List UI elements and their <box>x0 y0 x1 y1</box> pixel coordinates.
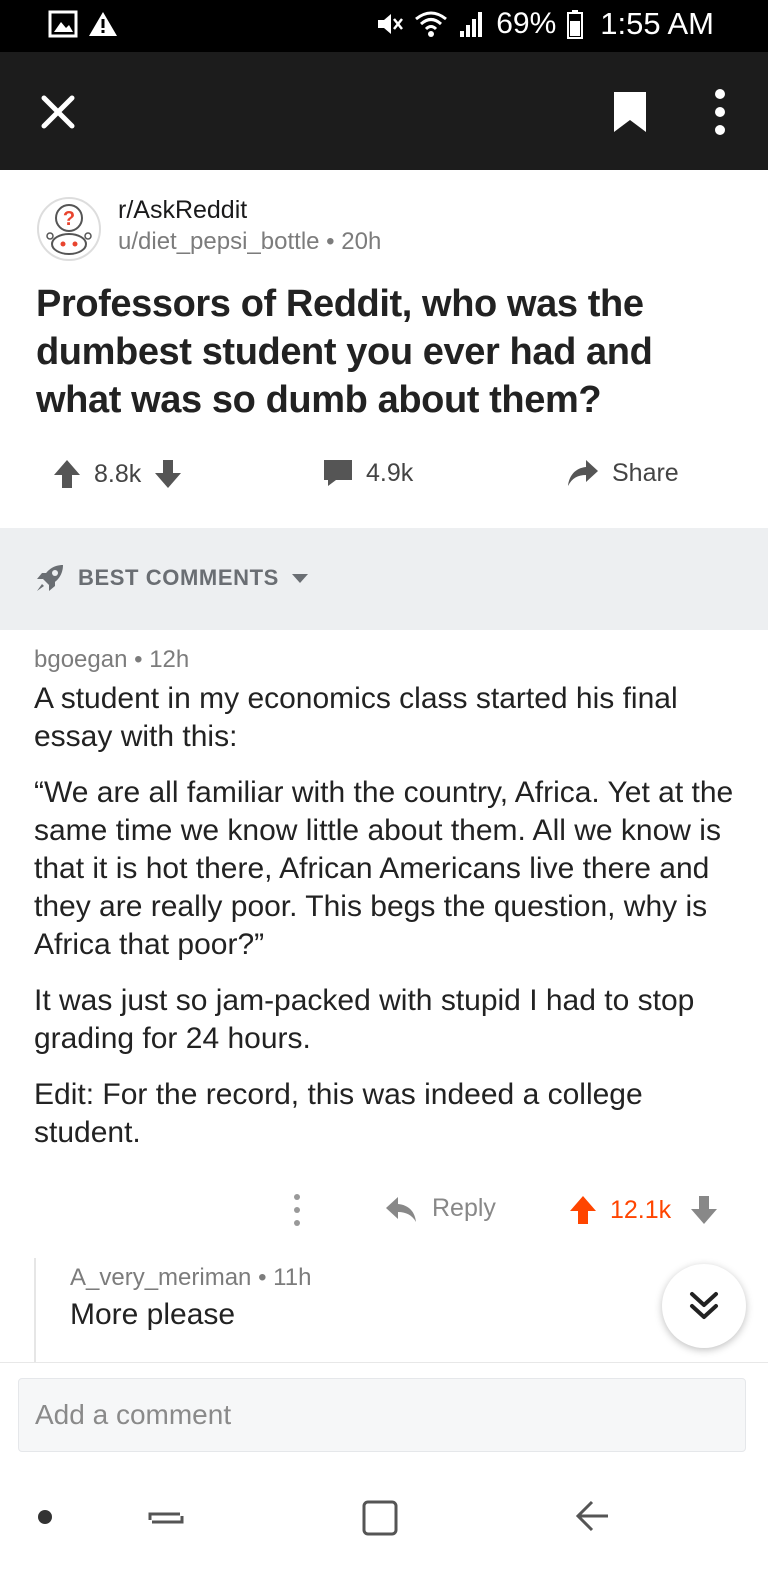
battery-icon <box>567 10 584 39</box>
save-button[interactable] <box>610 90 650 134</box>
post-score: 8.8k <box>94 459 142 488</box>
add-comment-placeholder: Add a comment <box>35 1399 232 1430</box>
comment-vote-group: 12.1k <box>568 1194 719 1226</box>
meta-separator: • <box>134 646 150 673</box>
meta-separator: • <box>326 228 342 255</box>
double-chevron-down-icon <box>690 1292 718 1319</box>
recents-icon[interactable] <box>146 1498 186 1538</box>
comments-button[interactable]: 4.9k <box>322 458 413 488</box>
post-meta: u/diet_pepsi_bottle • 20h <box>118 228 381 256</box>
post-header: ? r/AskReddit u/diet_pepsi_bottle • 20h <box>36 196 736 266</box>
post-vote-group: 8.8k <box>52 458 183 490</box>
comment-paragraph: A student in my economics class started … <box>34 682 678 753</box>
post-title: Professors of Reddit, who was the dumbes… <box>36 283 653 421</box>
post-author[interactable]: u/diet_pepsi_bottle <box>118 228 320 255</box>
more-vertical-icon <box>715 89 725 135</box>
divider <box>0 1362 768 1363</box>
reply-label: Reply <box>432 1194 496 1222</box>
app-bar <box>0 52 768 170</box>
downvote-icon[interactable] <box>153 458 183 490</box>
svg-text:?: ? <box>63 208 75 230</box>
comment: bgoegan • 12h A student in my economics … <box>34 646 734 1170</box>
comment-age: 11h <box>273 1264 312 1291</box>
back-icon[interactable] <box>572 1496 612 1536</box>
comment-meta: bgoegan • 12h <box>34 646 734 674</box>
comment-meta: A_very_meriman • 11h <box>70 1264 311 1292</box>
warning-icon <box>89 12 117 36</box>
image-icon <box>48 10 78 38</box>
upvote-icon[interactable] <box>52 458 82 490</box>
comment-sort-bar: BEST COMMENTS <box>0 528 768 630</box>
upvote-icon[interactable] <box>568 1194 598 1226</box>
comment-paragraph: “We are all familiar with the country, A… <box>34 776 734 961</box>
signal-icon <box>460 12 483 37</box>
nav-indicator-icon <box>38 1510 52 1524</box>
bookmark-icon <box>614 92 646 132</box>
status-bar: 69% 1:55 AM <box>0 0 768 52</box>
home-icon[interactable] <box>360 1498 400 1538</box>
comment-author[interactable]: A_very_meriman <box>70 1264 251 1291</box>
more-vertical-icon <box>294 1194 300 1226</box>
comment-actions: Reply 12.1k <box>0 1186 768 1234</box>
comment-text: More please <box>70 1298 236 1331</box>
comment-more-button[interactable] <box>288 1190 306 1230</box>
post-age: 20h <box>341 228 382 255</box>
comment-author[interactable]: bgoegan <box>34 646 127 673</box>
close-icon <box>41 95 75 129</box>
reply-button[interactable]: Reply <box>386 1194 496 1223</box>
share-label: Share <box>612 458 679 487</box>
more-options-button[interactable] <box>702 86 738 138</box>
share-arrow-icon <box>568 460 598 486</box>
post-actions: 8.8k 4.9k Share <box>0 450 768 506</box>
sort-dropdown[interactable]: BEST COMMENTS <box>34 562 309 594</box>
share-button[interactable]: Share <box>566 458 679 488</box>
meta-separator: • <box>258 1264 274 1291</box>
close-button[interactable] <box>36 90 80 134</box>
chevron-down-icon <box>291 574 308 583</box>
navigation-bar <box>0 1470 768 1579</box>
subreddit-avatar-icon[interactable]: ? <box>36 196 102 262</box>
comment-age: 12h <box>149 646 190 673</box>
comment-paragraph: Edit: For the record, this was indeed a … <box>34 1078 643 1149</box>
comment-bubble-icon <box>324 460 352 486</box>
comment-count: 4.9k <box>366 458 414 487</box>
child-comment: A_very_meriman • 11h More please <box>34 1258 674 1362</box>
add-comment-field[interactable]: Add a comment <box>18 1378 746 1452</box>
wifi-icon <box>415 11 448 37</box>
subreddit-name[interactable]: r/AskReddit <box>118 196 247 225</box>
downvote-icon[interactable] <box>689 1194 719 1226</box>
clock: 1:55 AM <box>600 6 714 41</box>
reply-arrow-icon <box>386 1196 416 1222</box>
comment-paragraph: It was just so jam-packed with stupid I … <box>34 984 695 1055</box>
battery-percent: 69% <box>496 7 557 40</box>
rocket-icon <box>37 565 63 591</box>
next-comment-button[interactable] <box>662 1264 746 1348</box>
comment-body: A student in my economics class started … <box>34 680 734 1152</box>
comment-score: 12.1k <box>610 1195 672 1224</box>
mute-icon <box>378 14 404 34</box>
sort-label: BEST COMMENTS <box>78 565 279 590</box>
